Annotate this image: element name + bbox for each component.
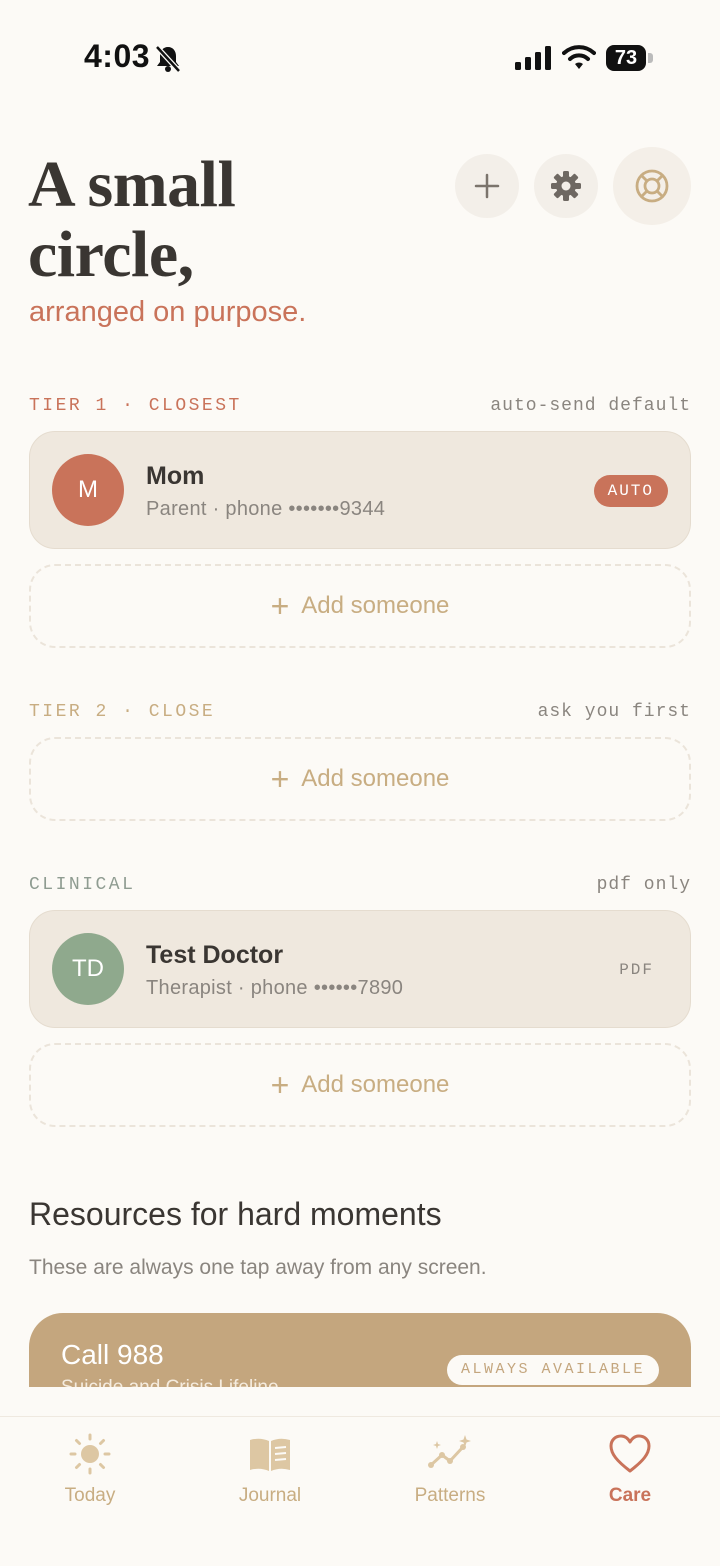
tier-1-label: TIER 1 · CLOSEST: [29, 396, 242, 416]
status-time: 4:03: [84, 38, 151, 74]
battery-tip: [648, 53, 653, 63]
tier-1-note: auto-send default: [490, 396, 691, 416]
tab-patterns[interactable]: Patterns: [375, 1431, 525, 1507]
gear-icon: [551, 171, 581, 201]
tab-bar: Today Journal Patterns Care: [0, 1416, 720, 1566]
bell-muted-icon: [155, 45, 181, 73]
book-icon: [250, 1438, 290, 1471]
auto-badge: AUTO: [593, 475, 668, 507]
clinical-label: CLINICAL: [29, 875, 136, 895]
tier-2-header: TIER 2 · CLOSE ask you first: [29, 702, 691, 722]
tab-care[interactable]: Care: [555, 1431, 705, 1507]
add-contact-button[interactable]: [455, 154, 519, 218]
resources-title: Resources for hard moments: [29, 1196, 442, 1232]
add-someone-label: Add someone: [301, 765, 450, 792]
pdf-badge: PDF: [619, 961, 654, 979]
settings-button[interactable]: [534, 154, 598, 218]
clinical-header: CLINICAL pdf only: [29, 875, 691, 895]
page-subtitle: arranged on purpose.: [29, 296, 307, 328]
plus-icon: +: [270, 587, 290, 624]
plus-icon: +: [270, 1066, 290, 1103]
heart-icon: [609, 1434, 651, 1473]
contact-name: Mom: [146, 462, 205, 490]
sparkle-chart-icon: [428, 1435, 471, 1468]
add-someone-tier-2-button[interactable]: + Add someone: [29, 737, 691, 821]
add-someone-label: Add someone: [301, 592, 450, 619]
crisis-help-button[interactable]: [613, 147, 691, 225]
tab-label: Care: [608, 1485, 652, 1506]
wifi-icon: [562, 45, 596, 69]
avatar: TD: [52, 933, 124, 1005]
clinical-note: pdf only: [596, 875, 691, 895]
tab-today[interactable]: Today: [15, 1431, 165, 1507]
avatar: M: [52, 454, 124, 526]
page-title: A small circle,: [28, 148, 236, 291]
lifebuoy-icon: [635, 169, 669, 203]
tab-journal[interactable]: Journal: [195, 1431, 345, 1507]
contact-card-mom[interactable]: M Mom Parent · phone •••••••9344 AUTO: [29, 431, 691, 549]
always-available-badge: ALWAYS AVAILABLE: [446, 1355, 659, 1385]
add-someone-clinical-button[interactable]: + Add someone: [29, 1043, 691, 1127]
contact-detail: Therapist · phone ••••••7890: [146, 977, 404, 999]
status-bar: 4:03 73: [0, 0, 720, 110]
contact-card-test-doctor[interactable]: TD Test Doctor Therapist · phone ••••••7…: [29, 910, 691, 1028]
tab-label: Patterns: [414, 1485, 486, 1506]
add-someone-tier-1-button[interactable]: + Add someone: [29, 564, 691, 648]
tab-label: Journal: [238, 1485, 302, 1506]
tier-2-label: TIER 2 · CLOSE: [29, 702, 216, 722]
battery-indicator: 73: [606, 45, 646, 71]
sun-icon: [69, 1433, 111, 1475]
contact-detail: Parent · phone •••••••9344: [146, 498, 386, 520]
plus-icon: +: [270, 760, 290, 797]
add-someone-label: Add someone: [301, 1071, 450, 1098]
tab-label: Today: [64, 1485, 116, 1506]
tier-1-header: TIER 1 · CLOSEST auto-send default: [29, 396, 691, 416]
resources-subtitle: These are always one tap away from any s…: [29, 1256, 487, 1279]
plus-icon: [474, 173, 500, 199]
tier-2-note: ask you first: [537, 702, 691, 722]
cellular-signal-icon: [515, 46, 551, 70]
call-card-subtitle: Suicide and Crisis Lifeline: [61, 1377, 279, 1387]
call-card-title: Call 988: [61, 1339, 164, 1370]
contact-name: Test Doctor: [146, 941, 284, 969]
call-988-card[interactable]: Call 988 Suicide and Crisis Lifeline ALW…: [29, 1313, 691, 1387]
